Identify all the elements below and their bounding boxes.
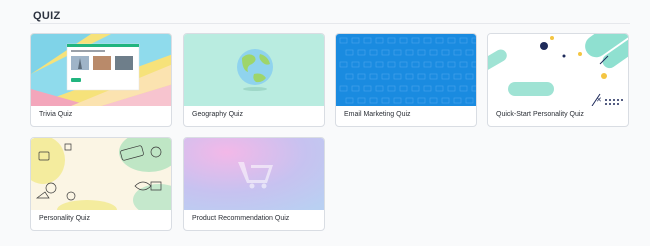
- card-product-recommendation-quiz[interactable]: Product Recommendation Quiz: [183, 137, 325, 231]
- card-geography-quiz[interactable]: Geography Quiz: [183, 33, 325, 127]
- shopping-cart-icon: [184, 138, 324, 210]
- abstract-shapes-thumbnail: ✕: [488, 34, 628, 106]
- card-quick-start-personality-quiz[interactable]: ✕ Quick-Start Personality Quiz: [487, 33, 629, 127]
- card-trivia-quiz[interactable]: Trivia Quiz: [30, 33, 172, 127]
- card-label: Product Recommendation Quiz: [192, 215, 290, 222]
- card-label: Geography Quiz: [192, 111, 243, 118]
- card-personality-quiz[interactable]: Personality Quiz: [30, 137, 172, 231]
- blue-pattern-thumbnail: [336, 34, 476, 106]
- svg-text:✕: ✕: [596, 96, 602, 104]
- section-title: QUIZ: [33, 10, 61, 22]
- trivia-quiz-thumbnail: [31, 34, 171, 106]
- card-label: Email Marketing Quiz: [344, 111, 411, 118]
- doodle-thumbnail: [31, 138, 171, 210]
- section-divider: [30, 23, 630, 24]
- card-email-marketing-quiz[interactable]: Email Marketing Quiz: [335, 33, 477, 127]
- card-label: Personality Quiz: [39, 215, 90, 222]
- card-label: Trivia Quiz: [39, 111, 73, 118]
- globe-icon: [184, 34, 324, 106]
- card-label: Quick-Start Personality Quiz: [496, 111, 584, 118]
